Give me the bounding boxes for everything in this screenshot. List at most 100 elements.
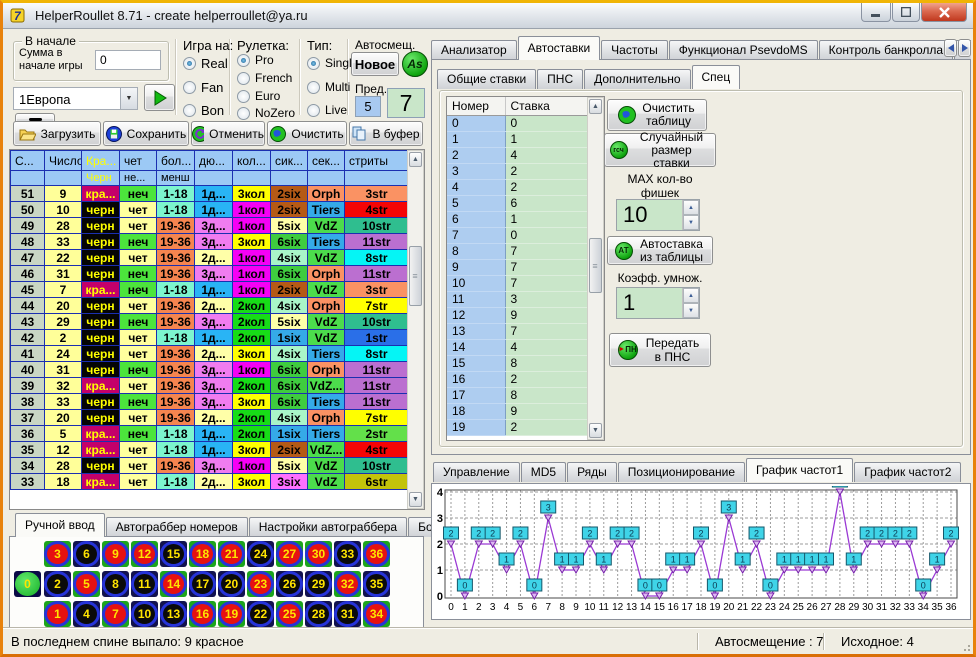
bet-table-scrollbar[interactable]: ▲ ≡ ▼ <box>587 97 604 440</box>
scroll-thumb[interactable]: ≡ <box>589 238 602 293</box>
undo-button[interactable]: Отменить <box>191 121 265 146</box>
number-button-17[interactable]: 17 <box>189 571 216 597</box>
random-stake-button[interactable]: гсч Случайный размер ставки <box>604 133 716 167</box>
preset-combobox[interactable]: 1Европа ▼ <box>13 87 138 110</box>
tab-positioning[interactable]: Позиционирование <box>618 462 745 482</box>
copy-to-buffer-button[interactable]: В буфер <box>349 121 423 146</box>
tab-freq-chart1[interactable]: График частот1 <box>746 458 853 482</box>
number-button-3[interactable]: 3 <box>44 541 71 567</box>
tab-rows[interactable]: Ряды <box>567 462 617 482</box>
minimize-button[interactable] <box>861 3 891 22</box>
autoshift-toggle-button[interactable]: As <box>402 51 428 77</box>
number-button-29[interactable]: 29 <box>305 571 332 597</box>
play-button[interactable] <box>144 84 175 111</box>
number-button-4[interactable]: 4 <box>73 601 100 627</box>
scroll-up-arrow[interactable]: ▲ <box>589 99 602 114</box>
number-button-26[interactable]: 26 <box>276 571 303 597</box>
new-button[interactable]: Новое <box>351 52 399 76</box>
spin-up-arrow[interactable]: ▲ <box>683 200 699 215</box>
number-button-35[interactable]: 35 <box>363 571 390 597</box>
bet-stake-cell[interactable]: 1 <box>505 131 588 147</box>
bet-stake-cell[interactable]: 7 <box>505 323 588 339</box>
number-button-20[interactable]: 20 <box>218 571 245 597</box>
number-button-28[interactable]: 28 <box>305 601 332 627</box>
spin-down-arrow[interactable]: ▼ <box>683 303 699 318</box>
tab-control[interactable]: Управление <box>433 462 520 482</box>
number-button-31[interactable]: 31 <box>334 601 361 627</box>
radio-nozero[interactable]: NoZero <box>237 106 295 120</box>
scroll-up-arrow[interactable]: ▲ <box>409 152 422 167</box>
radio-singl[interactable]: Singl <box>307 56 352 70</box>
number-button-7[interactable]: 7 <box>102 601 129 627</box>
bet-stake-cell[interactable]: 3 <box>505 291 588 307</box>
max-chips-value[interactable]: 10 <box>617 200 682 230</box>
clear-button[interactable]: Очистить <box>267 121 347 146</box>
spin-up-arrow[interactable]: ▲ <box>683 288 699 303</box>
number-button-16[interactable]: 16 <box>189 601 216 627</box>
number-button-2[interactable]: 2 <box>44 571 71 597</box>
tab-freq-chart2[interactable]: График частот2 <box>854 462 961 482</box>
number-button-19[interactable]: 19 <box>218 601 245 627</box>
close-button[interactable] <box>921 3 967 22</box>
radio-real[interactable]: Real <box>183 56 228 71</box>
radio-live[interactable]: Live <box>307 103 347 117</box>
subtab-common-bets[interactable]: Общие ставки <box>437 69 536 89</box>
number-button-10[interactable]: 10 <box>131 601 158 627</box>
subtab-spec[interactable]: Спец <box>692 65 741 89</box>
number-button-36[interactable]: 36 <box>363 541 390 567</box>
tab-autograbber[interactable]: Автограббер номеров <box>106 517 248 537</box>
number-button-8[interactable]: 8 <box>102 571 129 597</box>
radio-euro[interactable]: Euro <box>237 89 280 103</box>
scroll-down-arrow[interactable]: ▼ <box>409 492 422 507</box>
number-button-21[interactable]: 21 <box>218 541 245 567</box>
multiplier-value[interactable]: 1 <box>617 288 682 318</box>
radio-french[interactable]: French <box>237 71 292 85</box>
number-button-5[interactable]: 5 <box>73 571 100 597</box>
bet-stake-cell[interactable]: 9 <box>505 403 588 419</box>
tab-md5[interactable]: MD5 <box>521 462 566 482</box>
tabs-scroll-right-button[interactable] <box>958 39 971 57</box>
number-button-23[interactable]: 23 <box>247 571 274 597</box>
bet-stake-cell[interactable]: 9 <box>505 307 588 323</box>
tab-bankroll[interactable]: Контроль банкролла <box>819 40 953 60</box>
number-button-34[interactable]: 34 <box>363 601 390 627</box>
tab-grabber-settings[interactable]: Настройки автограббера <box>249 517 407 537</box>
bet-stake-cell[interactable]: 8 <box>505 387 588 403</box>
radio-multi[interactable]: Multi <box>307 80 350 94</box>
number-button-18[interactable]: 18 <box>189 541 216 567</box>
number-button-14[interactable]: 14 <box>160 571 187 597</box>
scroll-thumb[interactable]: ≡ <box>409 246 422 306</box>
spin-down-arrow[interactable]: ▼ <box>683 215 699 230</box>
radio-bon[interactable]: Bon <box>183 103 224 118</box>
load-button[interactable]: Загрузить <box>13 121 101 146</box>
number-button-11[interactable]: 11 <box>131 571 158 597</box>
bet-stake-cell[interactable]: 2 <box>505 179 588 195</box>
number-button-30[interactable]: 30 <box>305 541 332 567</box>
bet-stake-cell[interactable]: 0 <box>505 115 588 131</box>
number-button-12[interactable]: 12 <box>131 541 158 567</box>
resize-grip[interactable] <box>960 641 972 653</box>
subtab-pns[interactable]: ПНС <box>537 69 583 89</box>
number-button-15[interactable]: 15 <box>160 541 187 567</box>
number-button-24[interactable]: 24 <box>247 541 274 567</box>
bet-stake-cell[interactable]: 2 <box>505 371 588 387</box>
autobet-from-table-button[interactable]: АТ Автоставка из таблицы <box>607 236 713 265</box>
radio-pro[interactable]: Pro <box>237 53 274 67</box>
bet-stake-cell[interactable]: 6 <box>505 195 588 211</box>
bet-stake-cell[interactable]: 2 <box>505 163 588 179</box>
clear-bet-table-button[interactable]: Очистить таблицу <box>607 99 707 131</box>
bet-stake-cell[interactable]: 0 <box>505 227 588 243</box>
tab-frequencies[interactable]: Частоты <box>601 40 668 60</box>
number-button-13[interactable]: 13 <box>160 601 187 627</box>
tab-analyzer[interactable]: Анализатор <box>431 40 517 60</box>
number-button-33[interactable]: 33 <box>334 541 361 567</box>
bet-stake-cell[interactable]: 2 <box>505 419 588 435</box>
scroll-down-arrow[interactable]: ▼ <box>589 423 602 438</box>
send-to-pns-button[interactable]: ►ПН Передать в ПНС <box>609 333 711 367</box>
tab-autobets[interactable]: Автоставки <box>518 36 601 60</box>
radio-fan[interactable]: Fan <box>183 80 223 95</box>
bet-stake-cell[interactable]: 7 <box>505 275 588 291</box>
bet-stake-cell[interactable]: 4 <box>505 339 588 355</box>
start-sum-input[interactable] <box>95 50 161 70</box>
tab-manual-input[interactable]: Ручной ввод <box>15 513 105 537</box>
